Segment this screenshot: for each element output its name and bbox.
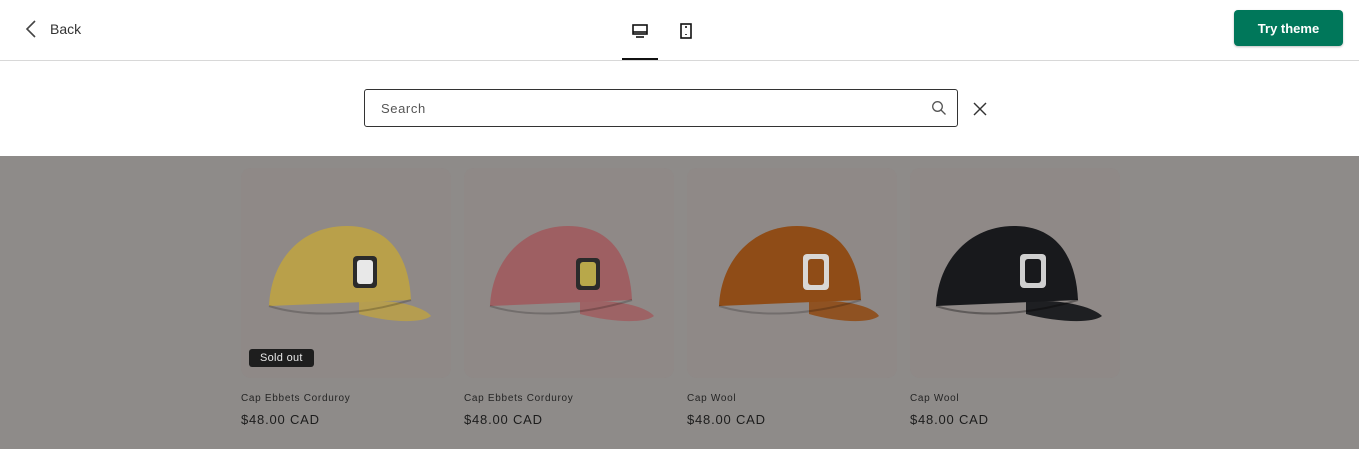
back-button[interactable]: Back — [24, 18, 81, 40]
search-box — [364, 89, 958, 127]
top-bar: Back Try theme — [0, 0, 1359, 61]
cap-image — [910, 168, 1120, 378]
mobile-icon — [680, 23, 692, 39]
product-image — [464, 168, 674, 378]
product-price: $48.00 CAD — [464, 412, 543, 427]
results-overlay: Sold out Cap Ebbets Corduroy $48.00 CAD … — [0, 156, 1359, 449]
product-card[interactable]: Cap Wool $48.00 CAD — [687, 168, 897, 427]
product-title[interactable]: Cap Wool — [910, 393, 1120, 404]
product-title[interactable]: Cap Wool — [687, 393, 897, 404]
product-image — [910, 168, 1120, 378]
product-title[interactable]: Cap Ebbets Corduroy — [464, 393, 674, 404]
search-input[interactable] — [365, 90, 925, 126]
back-label: Back — [50, 21, 82, 37]
product-grid: Sold out Cap Ebbets Corduroy $48.00 CAD … — [241, 168, 1120, 427]
try-theme-button[interactable]: Try theme — [1234, 10, 1343, 46]
product-price: $48.00 CAD — [687, 412, 766, 427]
cap-image — [241, 168, 451, 378]
product-card[interactable]: Cap Wool $48.00 CAD — [910, 168, 1120, 427]
sold-out-badge: Sold out — [249, 349, 314, 367]
search-panel — [0, 61, 1359, 156]
product-card[interactable]: Sold out Cap Ebbets Corduroy $48.00 CAD — [241, 168, 451, 427]
chevron-left-icon — [25, 20, 36, 38]
search-icon[interactable] — [931, 100, 947, 116]
cap-image — [687, 168, 897, 378]
product-price: $48.00 CAD — [910, 412, 989, 427]
mobile-view-button[interactable] — [668, 14, 704, 60]
product-image: Sold out — [241, 168, 451, 378]
desktop-icon — [632, 24, 648, 38]
cap-image — [464, 168, 674, 378]
product-price: $48.00 CAD — [241, 412, 320, 427]
product-title[interactable]: Cap Ebbets Corduroy — [241, 393, 451, 404]
device-toggle — [622, 14, 704, 60]
close-icon[interactable] — [972, 101, 988, 117]
desktop-view-button[interactable] — [622, 14, 658, 60]
product-image — [687, 168, 897, 378]
product-card[interactable]: Cap Ebbets Corduroy $48.00 CAD — [464, 168, 674, 427]
